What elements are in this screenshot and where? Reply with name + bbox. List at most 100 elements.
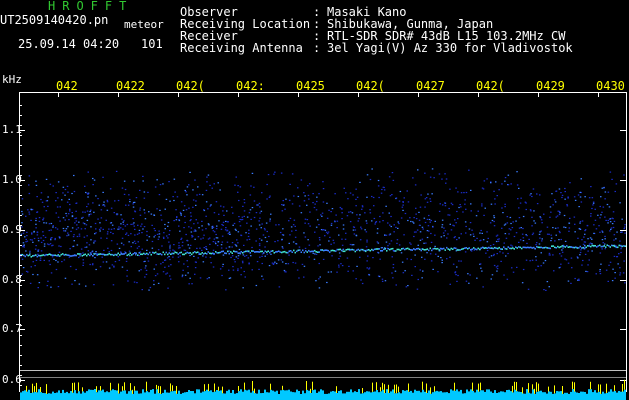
signal-dot (506, 248, 508, 250)
level-peak (160, 386, 161, 394)
noise-dot (64, 194, 66, 196)
noise-dot (282, 200, 284, 202)
level-bar (214, 391, 216, 400)
signal-dot (489, 247, 491, 249)
noise-dot (319, 244, 321, 246)
signal-dot (162, 251, 164, 254)
noise-dot (406, 258, 408, 260)
noise-dot (503, 224, 506, 226)
noise-dot (78, 233, 81, 235)
noise-dot (220, 205, 222, 207)
noise-dot (506, 216, 509, 218)
noise-dot (106, 201, 109, 203)
noise-dot (421, 277, 423, 279)
noise-dot (495, 266, 498, 268)
level-bar (398, 392, 400, 400)
noise-dot (93, 179, 96, 181)
level-peak (516, 382, 517, 392)
noise-dot (518, 217, 521, 219)
noise-dot (242, 262, 244, 264)
noise-dot (568, 227, 571, 229)
noise-dot (320, 214, 322, 216)
noise-dot (548, 233, 550, 235)
level-bar (356, 392, 358, 400)
signal-dot (600, 245, 602, 248)
noise-dot (422, 228, 424, 230)
noise-dot (358, 217, 360, 220)
noise-dot (21, 226, 23, 228)
noise-dot (117, 199, 120, 202)
signal-dot (255, 251, 257, 253)
level-bar (48, 393, 50, 400)
noise-dot (511, 227, 514, 229)
noise-dot (235, 256, 238, 258)
noise-dot (342, 248, 345, 250)
noise-dot (164, 208, 166, 210)
noise-dot (173, 178, 176, 180)
noise-dot (132, 218, 134, 220)
noise-dot (143, 209, 145, 211)
signal-dot (396, 248, 398, 251)
signal-dot (23, 254, 25, 257)
noise-dot (232, 224, 234, 226)
noise-dot (482, 286, 484, 288)
noise-dot (133, 281, 136, 283)
noise-dot (306, 219, 309, 221)
level-bar (410, 390, 412, 400)
signal-dot (132, 253, 134, 255)
noise-dot (505, 255, 507, 257)
noise-dot (244, 255, 246, 257)
level-bar (480, 390, 482, 400)
noise-dot (174, 191, 176, 193)
level-bar (582, 391, 584, 400)
noise-dot (535, 259, 537, 261)
level-bar (98, 390, 100, 400)
noise-dot (501, 183, 503, 185)
noise-dot (564, 258, 566, 260)
noise-dot (72, 245, 75, 247)
noise-dot (344, 238, 347, 240)
signal-dot (243, 251, 245, 253)
noise-dot (53, 258, 55, 260)
noise-dot (90, 226, 92, 228)
signal-dot (437, 247, 439, 250)
noise-dot (222, 210, 224, 212)
level-bar (78, 391, 80, 400)
level-bar (184, 392, 186, 400)
noise-dot (432, 268, 434, 270)
level-bar (262, 393, 264, 400)
noise-dot (86, 235, 88, 237)
noise-dot (180, 213, 182, 215)
signal-dot (38, 254, 40, 257)
signal-dot (381, 250, 383, 252)
noise-dot (303, 265, 306, 267)
noise-dot (194, 179, 196, 181)
noise-dot (233, 259, 236, 261)
signal-dot (560, 246, 562, 248)
noise-dot (78, 235, 81, 237)
noise-dot (260, 239, 263, 241)
signal-dot (222, 250, 224, 253)
noise-dot (105, 261, 108, 263)
noise-dot (158, 233, 161, 235)
noise-dot (226, 210, 228, 212)
noise-dot (481, 203, 483, 205)
noise-dot (90, 209, 92, 211)
noise-dot (491, 274, 494, 276)
noise-dot (348, 211, 350, 213)
level-bar (72, 392, 74, 400)
level-bar (234, 393, 236, 400)
level-bar (484, 391, 486, 400)
noise-dot (186, 186, 189, 188)
noise-dot (258, 220, 260, 222)
noise-dot (43, 206, 45, 208)
noise-dot (449, 223, 451, 225)
level-bar (392, 389, 394, 400)
noise-dot (73, 174, 75, 177)
signal-dot (306, 251, 308, 253)
noise-dot (93, 242, 95, 244)
noise-dot (538, 243, 541, 245)
noise-dot (189, 254, 191, 257)
noise-dot (540, 219, 543, 221)
noise-dot (135, 254, 137, 256)
